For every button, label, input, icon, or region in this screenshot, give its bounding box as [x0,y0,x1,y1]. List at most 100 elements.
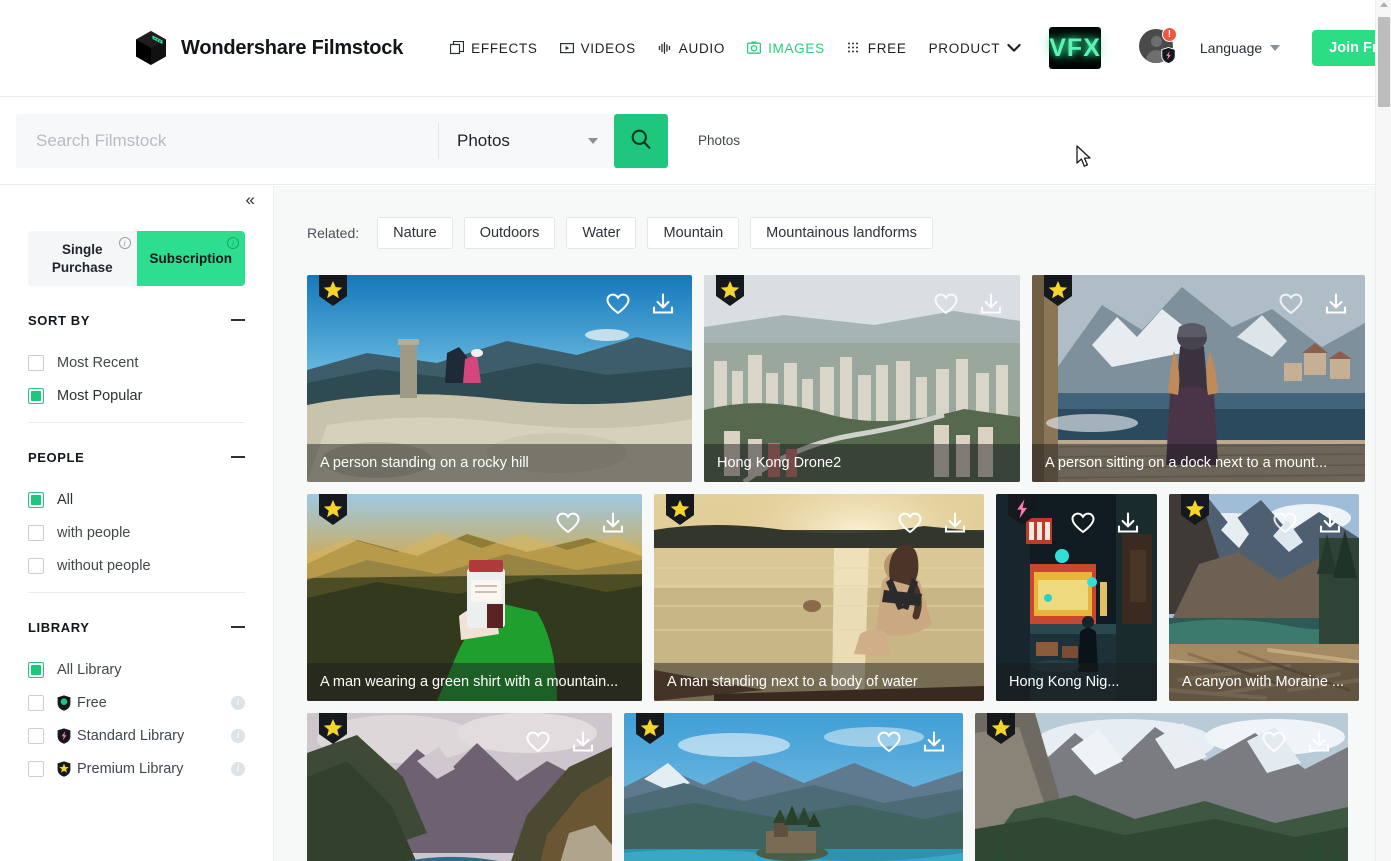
download-icon[interactable] [652,293,674,315]
download-icon[interactable] [572,731,594,753]
search-submit-button[interactable] [614,113,668,168]
checkbox[interactable] [28,727,44,744]
image-card[interactable]: Hong Kong Nig... [996,494,1157,701]
heart-icon[interactable] [1279,293,1303,315]
plan-tab-single-purchase[interactable]: Single Purchase i [28,231,137,286]
image-card[interactable] [975,713,1348,861]
image-card[interactable]: A person standing on a rocky hill [307,275,692,482]
download-icon[interactable] [1319,512,1341,534]
related-tag-outdoors[interactable]: Outdoors [463,217,556,249]
search-icon [629,127,653,154]
info-icon[interactable]: i [231,761,245,776]
heart-icon[interactable] [1071,512,1095,534]
library-option-all[interactable]: All Library [28,653,245,686]
filter-header-people[interactable]: PEOPLE [28,431,245,483]
nav-item-free[interactable]: FREE [836,41,918,56]
page-scrollbar[interactable] [1375,0,1391,861]
image-card[interactable]: Hong Kong Drone2 [704,275,1020,482]
checkbox[interactable] [28,760,44,777]
related-tag-mountain[interactable]: Mountain [647,217,740,249]
download-icon[interactable] [980,293,1002,315]
results-main: Related: Nature Outdoors Water Mountain … [274,186,1375,861]
heart-icon[interactable] [1273,512,1297,534]
filter-option-without-people[interactable]: without people [28,549,245,582]
avatar[interactable]: ! [1138,27,1177,67]
heart-icon[interactable] [526,731,550,753]
library-option-free[interactable]: Free i [28,686,245,719]
filter-option-label: Most Recent [57,354,139,371]
search-type-dropdown[interactable]: Photos [439,114,614,168]
checkbox[interactable] [28,354,44,371]
info-icon[interactable]: i [231,695,245,710]
checkbox[interactable] [28,387,44,404]
image-card[interactable]: A man wearing a green shirt with a mount… [307,494,642,701]
download-icon[interactable] [1308,731,1330,753]
checkbox[interactable] [28,557,44,574]
info-icon[interactable]: i [118,237,131,249]
minus-icon[interactable] [231,318,245,322]
download-icon[interactable] [602,512,624,534]
heart-icon[interactable] [877,731,901,753]
filter-option-label: without people [57,557,151,574]
checkbox[interactable] [28,694,44,711]
minus-icon[interactable] [231,455,245,459]
related-tag-water[interactable]: Water [566,217,637,249]
checkbox[interactable] [28,491,44,508]
filter-group-people: PEOPLE All with people without people [28,431,245,593]
heart-icon[interactable] [556,512,580,534]
premium-shield-icon [319,494,347,531]
related-tag-mountainous-landforms[interactable]: Mountainous landforms [750,217,933,249]
related-tag-nature[interactable]: Nature [377,217,453,249]
download-icon[interactable] [944,512,966,534]
filter-option-most-popular[interactable]: Most Popular [28,379,245,412]
card-actions [606,293,674,315]
card-caption-text: A person sitting on a dock next to a mou… [1045,455,1328,471]
scrollbar-thumb[interactable] [1378,17,1390,107]
card-caption: A person sitting on a dock next to a mou… [1032,444,1365,482]
image-card[interactable]: A canyon with Moraine ... [1169,494,1359,701]
search-input[interactable] [16,113,438,168]
filter-option-most-recent[interactable]: Most Recent [28,346,245,379]
checkbox[interactable] [28,661,44,678]
standard-shield-icon [57,727,71,744]
filter-header-library[interactable]: LIBRARY [28,601,245,653]
heart-icon[interactable] [934,293,958,315]
nav-item-product[interactable]: PRODUCT [918,41,1033,56]
info-icon[interactable]: i [231,728,245,743]
image-card[interactable] [307,713,612,861]
card-caption: A person standing on a rocky hill [307,444,692,482]
library-option-label: Standard Library [77,727,185,744]
premium-shield-icon [987,713,1015,750]
nav-item-effects[interactable]: EFFECTS [439,41,548,56]
image-card[interactable]: A person sitting on a dock next to a mou… [1032,275,1365,482]
filter-option-all-people[interactable]: All [28,483,245,516]
language-selector[interactable]: Language [1200,40,1281,56]
library-option-premium[interactable]: Premium Library i [28,752,245,785]
checkbox[interactable] [28,524,44,541]
nav-item-audio[interactable]: AUDIO [647,41,736,56]
info-icon[interactable]: i [227,237,239,249]
chevron-down-icon [1270,45,1281,51]
vfx-badge[interactable]: VFX [1049,27,1101,69]
collapse-left-icon[interactable]: « [246,191,255,208]
filter-header-sort-by[interactable]: SORT BY [28,294,245,346]
brand-logo-link[interactable]: Wondershare Filmstock [134,30,403,66]
heart-icon[interactable] [606,293,630,315]
card-actions [1279,293,1347,315]
heart-icon[interactable] [1262,731,1286,753]
nav-item-images[interactable]: IMAGES [736,41,836,56]
heart-icon[interactable] [898,512,922,534]
image-card[interactable] [624,713,963,861]
nav-item-videos[interactable]: VIDEOS [549,41,647,56]
scroll-up-arrow-icon[interactable] [1380,2,1388,7]
filter-option-with-people[interactable]: with people [28,516,245,549]
card-caption: Hong Kong Drone2 [704,444,1020,482]
image-card[interactable]: A man standing next to a body of water [654,494,984,701]
download-icon[interactable] [1117,512,1139,534]
download-icon[interactable] [923,731,945,753]
minus-icon[interactable] [231,625,245,629]
plan-tab-subscription[interactable]: Subscription i [136,231,245,286]
filter-sidebar: « Single Purchase i Subscription i SORT … [0,186,274,861]
download-icon[interactable] [1325,293,1347,315]
library-option-standard[interactable]: Standard Library i [28,719,245,752]
